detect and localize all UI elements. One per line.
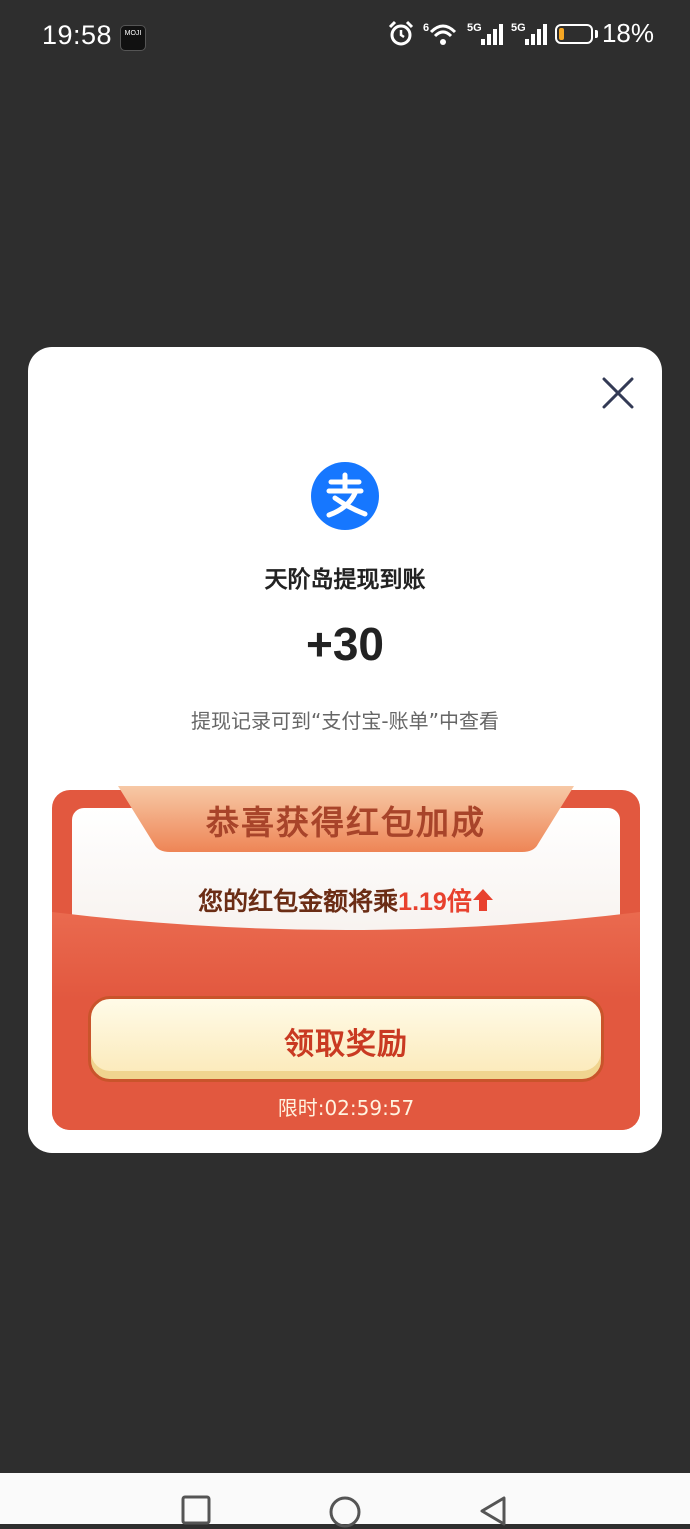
battery-percent: 18% [601, 18, 654, 48]
withdrawal-success-dialog: 天阶岛提现到账 +30 提现记录可到“支付宝-账单”中查看 恭喜获得红包加成 您… [28, 347, 662, 1153]
bonus-subtitle: 您的红包金额将乘1.19倍 [52, 882, 640, 918]
square-icon[interactable] [181, 1495, 211, 1525]
red-packet-bonus-card: 恭喜获得红包加成 您的红包金额将乘1.19倍 领取奖励 限时:02:59:57 [52, 786, 640, 1130]
wifi-6-label: 6 [423, 22, 429, 34]
claim-reward-button[interactable]: 领取奖励 [88, 996, 604, 1082]
bonus-heading: 恭喜获得红包加成 [206, 803, 486, 842]
battery-fill [558, 27, 564, 40]
close-icon[interactable] [600, 375, 636, 411]
alipay-zhi-icon [326, 472, 368, 518]
battery-icon [554, 23, 593, 44]
arrow-up-icon [472, 889, 493, 911]
dialog-title: 天阶岛提现到账 [264, 567, 426, 593]
claim-reward-label: 领取奖励 [284, 1027, 408, 1062]
sim1-5g-label: 5G [467, 22, 482, 34]
moji-weather-app-icon: MOJI [120, 25, 146, 51]
signal-icon-sim1: 5G [467, 22, 503, 45]
bill-hint-text: 提现记录可到“支付宝-账单”中查看 [191, 709, 499, 733]
sim2-5g-label: 5G [511, 22, 526, 34]
status-icons: 6 5G 5G 18% [387, 18, 654, 49]
triangle-back-icon[interactable] [478, 1495, 508, 1527]
bonus-subtitle-prefix: 您的红包金额将乘 [198, 887, 399, 916]
alarm-icon [388, 20, 414, 45]
bonus-multiplier: 1.19倍 [398, 888, 472, 916]
clock: 19:58 [42, 20, 113, 50]
status-bar: 19:58 MOJI 6 5G 5G 18% [0, 0, 690, 76]
withdrawal-amount: +30 [305, 618, 385, 670]
wifi-icon: 6 [423, 22, 457, 45]
signal-icon-sim2: 5G [511, 22, 547, 45]
countdown-timer: 限时:02:59:57 [277, 1096, 415, 1120]
alipay-logo [311, 462, 379, 530]
system-nav-bar [0, 1473, 690, 1528]
battery-indicator: 18% [554, 18, 654, 49]
